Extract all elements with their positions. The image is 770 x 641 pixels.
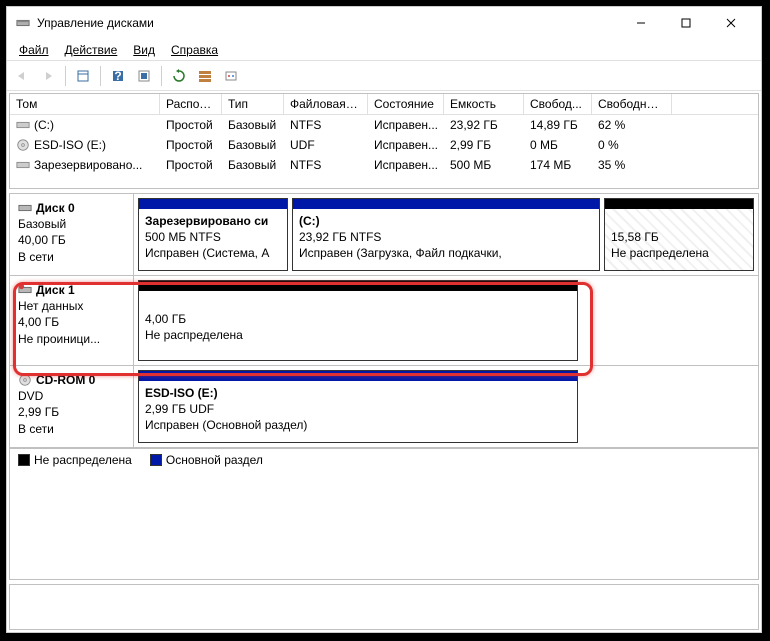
volume-list-header: Том Располо... Тип Файловая с... Состоян…: [10, 94, 758, 115]
disk-graphical-view: Диск 0 Базовый 40,00 ГБ В сети Зарезерви…: [9, 193, 759, 580]
disk-row-0[interactable]: Диск 0 Базовый 40,00 ГБ В сети Зарезерви…: [10, 194, 758, 276]
legend-swatch-unallocated-icon: [18, 454, 30, 466]
menu-action[interactable]: Действие: [59, 41, 124, 59]
partition-c[interactable]: (C:) 23,92 ГБ NTFS Исправен (Загрузка, Ф…: [292, 198, 600, 271]
menubar: Файл Действие Вид Справка: [7, 39, 761, 61]
close-button[interactable]: [708, 9, 753, 37]
maximize-button[interactable]: [663, 9, 708, 37]
toolbar-list-icon[interactable]: [194, 65, 216, 87]
disk-row-cdrom[interactable]: CD-ROM 0 DVD 2,99 ГБ В сети ESD-ISO (E:)…: [10, 366, 758, 448]
svg-text:?: ?: [114, 69, 121, 83]
volume-list[interactable]: Том Располо... Тип Файловая с... Состоян…: [9, 93, 759, 189]
col-capacity[interactable]: Емкость: [444, 94, 524, 114]
help-icon[interactable]: ?: [107, 65, 129, 87]
drive-icon: [16, 158, 30, 172]
col-filesystem[interactable]: Файловая с...: [284, 94, 368, 114]
disk-management-window: Управление дисками Файл Действие Вид Спр…: [6, 6, 762, 633]
window-title: Управление дисками: [37, 16, 618, 30]
disk-label[interactable]: CD-ROM 0 DVD 2,99 ГБ В сети: [10, 366, 134, 447]
disk-label[interactable]: Диск 1 Нет данных 4,00 ГБ Не проиници...: [10, 276, 134, 365]
disc-icon: [16, 138, 30, 152]
col-type[interactable]: Тип: [222, 94, 284, 114]
menu-view[interactable]: Вид: [127, 41, 161, 59]
details-pane: [9, 584, 759, 630]
app-icon: [15, 15, 31, 31]
col-free[interactable]: Свобод...: [524, 94, 592, 114]
partition-system-reserved[interactable]: Зарезервировано си 500 МБ NTFS Исправен …: [138, 198, 288, 271]
menu-file[interactable]: Файл: [13, 41, 55, 59]
col-layout[interactable]: Располо...: [160, 94, 222, 114]
legend: Не распределена Основной раздел: [10, 448, 758, 470]
partition-esd-iso[interactable]: ESD-ISO (E:) 2,99 ГБ UDF Исправен (Основ…: [138, 370, 578, 443]
minimize-button[interactable]: [618, 9, 663, 37]
titlebar: Управление дисками: [7, 7, 761, 39]
volume-row[interactable]: (C:) Простой Базовый NTFS Исправен... 23…: [10, 115, 758, 135]
col-volume[interactable]: Том: [10, 94, 160, 114]
disc-icon: [18, 373, 32, 387]
drive-icon: [16, 118, 30, 132]
legend-swatch-primary-icon: [150, 454, 162, 466]
menu-help[interactable]: Справка: [165, 41, 224, 59]
volume-row[interactable]: ESD-ISO (E:) Простой Базовый UDF Исправе…: [10, 135, 758, 155]
volume-row[interactable]: Зарезервировано... Простой Базовый NTFS …: [10, 155, 758, 175]
partition-unallocated[interactable]: 4,00 ГБ Не распределена: [138, 280, 578, 361]
refresh-icon[interactable]: [168, 65, 190, 87]
disk-warning-icon: [18, 283, 32, 297]
toolbar-properties-icon[interactable]: [72, 65, 94, 87]
toolbar-view-icon[interactable]: [133, 65, 155, 87]
toolbar: ?: [7, 61, 761, 91]
col-status[interactable]: Состояние: [368, 94, 444, 114]
disk-label[interactable]: Диск 0 Базовый 40,00 ГБ В сети: [10, 194, 134, 275]
forward-button[interactable]: [37, 65, 59, 87]
back-button[interactable]: [11, 65, 33, 87]
disk-icon: [18, 201, 32, 215]
partition-unallocated[interactable]: 15,58 ГБ Не распределена: [604, 198, 754, 271]
disk-row-1[interactable]: Диск 1 Нет данных 4,00 ГБ Не проиници...…: [10, 276, 758, 366]
toolbar-settings-icon[interactable]: [220, 65, 242, 87]
col-freepct[interactable]: Свободно %: [592, 94, 672, 114]
